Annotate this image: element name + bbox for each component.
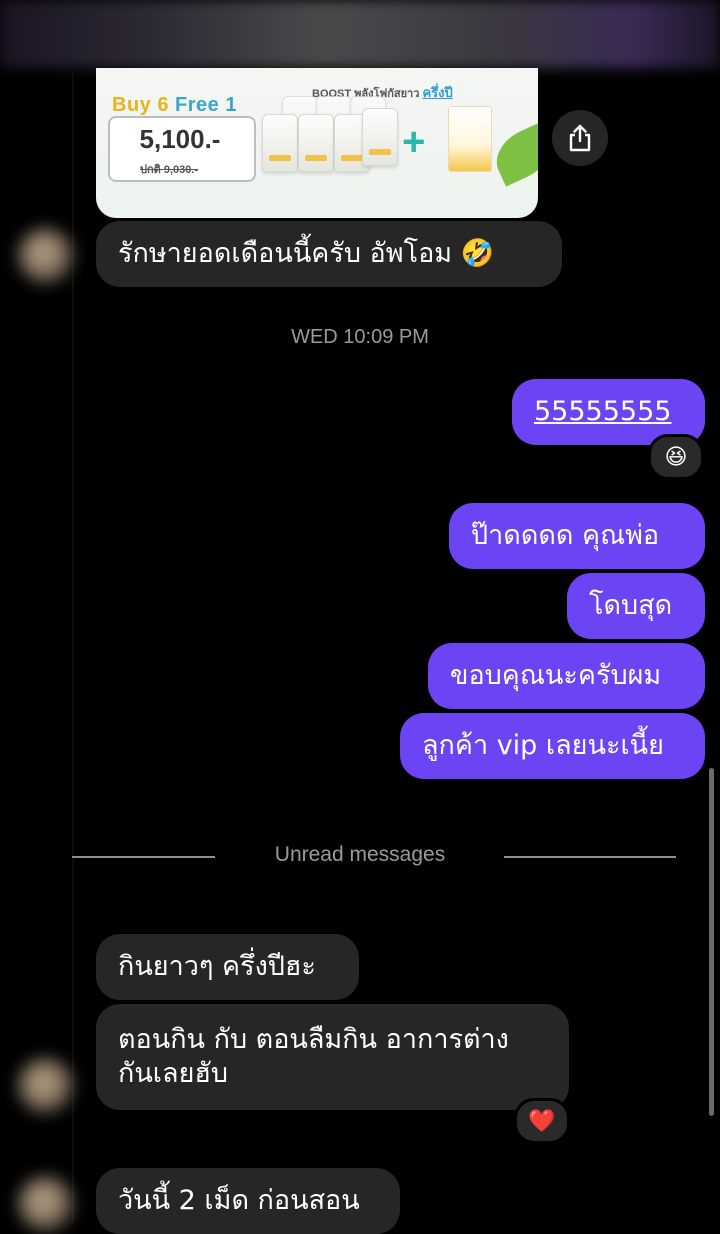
share-button[interactable] (552, 110, 608, 166)
message-bubble-incoming[interactable]: ตอนกิน กับ ตอนลืมกิน อาการต่าง กันเลยฮับ (96, 1004, 569, 1110)
avatar[interactable] (18, 228, 74, 284)
message-text: ป๊าดดดด คุณพ่อ (471, 520, 660, 551)
boost-highlight: ครึ่งปี (422, 85, 453, 100)
unread-messages-label: Unread messages (274, 843, 446, 866)
message-bubble-outgoing[interactable]: ขอบคุณนะครับผม (428, 643, 705, 709)
reaction-badge[interactable]: 😆 (648, 434, 704, 480)
avatar[interactable] (18, 1176, 74, 1232)
normal-price-text: ปกติ 9,030.- (140, 164, 199, 176)
promo-free-text: Free 1 (175, 94, 237, 116)
message-text: วันนี้ 2 เม็ด ก่อนสอน (118, 1185, 360, 1216)
product-bottle-icon (298, 114, 334, 172)
message-text: ตอนกิน กับ ตอนลืมกิน อาการต่าง (118, 1024, 509, 1055)
message-bubble-outgoing[interactable]: ลูกค้า vip เลยนะเนี้ย (400, 713, 705, 779)
price-text: 5,100.- (139, 124, 221, 154)
price-box: 5,100.- ปกติ 9,030.- (108, 116, 256, 182)
avatar[interactable] (18, 1058, 74, 1114)
message-text: ขอบคุณนะครับผม (450, 660, 662, 691)
product-box-icon (448, 106, 492, 172)
message-text: กันเลยฮับ (118, 1058, 229, 1089)
divider (72, 68, 74, 1222)
blurred-header (0, 0, 720, 68)
message-bubble-outgoing[interactable]: ป๊าดดดด คุณพ่อ (449, 503, 705, 569)
message-bubble-outgoing[interactable]: โดบสุด (567, 573, 705, 639)
shared-post-card[interactable]: Buy 6 Free 1 5,100.- ปกติ 9,030.- BOOST … (96, 68, 538, 218)
message-text: ลูกค้า vip เลยนะเนี้ย (422, 730, 664, 761)
message-bubble-incoming[interactable]: กินยาวๆ ครึ่งปีฮะ (96, 934, 359, 1000)
timestamp: WED 10:09 PM (291, 326, 429, 348)
share-icon (569, 124, 591, 152)
message-bubble-incoming[interactable]: วันนี้ 2 เม็ด ก่อนสอน (96, 1168, 400, 1234)
message-text: โดบสุด (589, 590, 673, 621)
product-bottle-icon (262, 114, 298, 172)
message-text: กินยาวๆ ครึ่งปีฮะ (118, 951, 316, 982)
leaf-icon (487, 121, 538, 187)
phone-link[interactable]: 55555555 (534, 395, 671, 429)
promo-buy-text: Buy 6 (112, 94, 169, 116)
reaction-badge[interactable]: ❤️ (514, 1098, 570, 1144)
plus-icon: + (402, 120, 426, 164)
message-text: รักษายอดเดือนนี้ครับ อัพโอม 🤣 (118, 238, 495, 269)
divider (504, 856, 676, 858)
promo-title: Buy 6 Free 1 (112, 94, 237, 117)
product-bottle-icon (362, 108, 398, 166)
laughing-emoji-icon: 😆 (664, 444, 688, 470)
heart-icon: ❤️ (528, 1108, 556, 1134)
message-bubble-incoming[interactable]: รักษายอดเดือนนี้ครับ อัพโอม 🤣 (96, 221, 562, 287)
scrollbar[interactable] (709, 768, 714, 1116)
